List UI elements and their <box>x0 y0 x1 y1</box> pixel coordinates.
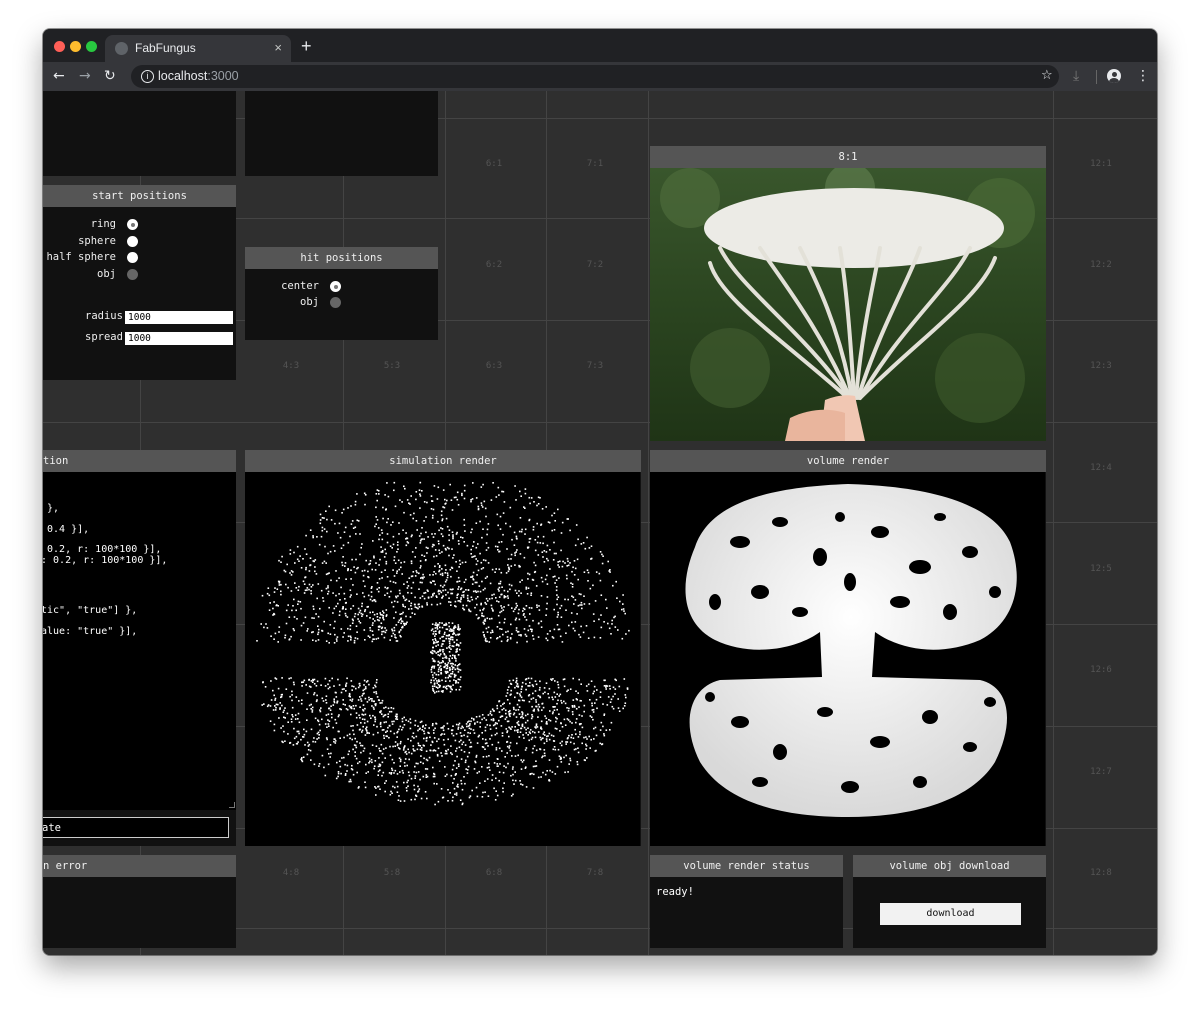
panel-title: 8:1 <box>650 146 1046 168</box>
grid-cell-label: 12:4 <box>1090 463 1112 473</box>
panel-title: simulation render <box>245 450 641 472</box>
close-window-button[interactable] <box>54 41 65 52</box>
grid-line <box>1053 91 1054 955</box>
globe-icon <box>115 42 128 55</box>
url-text: localhost:3000 <box>158 69 239 83</box>
hit-option-center[interactable]: center <box>245 280 341 294</box>
start-option-half-sphere[interactable]: half sphere <box>43 251 138 265</box>
maximize-window-button[interactable] <box>86 41 97 52</box>
radius-label: radius <box>85 310 123 322</box>
volume-render-panel: volume render <box>650 450 1046 846</box>
grid-cell-label: 12:5 <box>1090 564 1112 574</box>
status-text: ready! <box>656 886 694 898</box>
close-tab-icon[interactable]: × <box>274 40 282 55</box>
page-content: 6:1 7:1 12:1 6:2 7:2 12:2 4:3 5:3 6:3 7:… <box>43 91 1157 955</box>
resize-handle[interactable] <box>229 802 235 808</box>
volume-obj-download-panel: volume obj download download <box>853 855 1046 948</box>
radio-button[interactable] <box>127 219 138 230</box>
account-icon[interactable] <box>1107 69 1121 83</box>
grid-cell-label: 7:3 <box>586 361 604 371</box>
start-positions-panel: start positions ring sphere half sphere … <box>43 185 236 380</box>
fungus-photo <box>650 168 1046 441</box>
grid-cell-label: 12:7 <box>1090 767 1112 777</box>
browser-toolbar: ← → ↻ i localhost:3000 ☆ ⤓ ⋮ <box>43 62 1157 91</box>
blank-panel <box>245 91 438 176</box>
grid-cell-label: 12:6 <box>1090 665 1112 675</box>
update-button[interactable]: ate <box>43 817 229 838</box>
photo-panel: 8:1 <box>650 146 1046 441</box>
blank-panel <box>43 91 236 176</box>
grid-cell-label: 12:2 <box>1090 260 1112 270</box>
start-option-sphere[interactable]: sphere <box>43 235 138 249</box>
panel-title: hit positions <box>245 247 438 269</box>
grid-cell-label: 5:3 <box>383 361 401 371</box>
volume-render-canvas[interactable] <box>650 472 1045 846</box>
grid-cell-label: 12:3 <box>1090 361 1112 371</box>
browser-tab[interactable]: FabFungus × <box>105 35 291 62</box>
panel-title: volume obj download <box>853 855 1046 877</box>
grid-cell-label: 7:8 <box>586 868 604 878</box>
config-code-editor[interactable]: }, 0.4 }], 0.2, r: 100*100 }], : 0.2, r:… <box>43 472 236 810</box>
grid-cell-label: 6:1 <box>485 159 503 169</box>
grid-cell-label: 12:8 <box>1090 868 1112 878</box>
reload-icon[interactable]: ↻ <box>104 67 116 85</box>
grid-cell-label: 12:1 <box>1090 159 1112 169</box>
spread-label: spread <box>85 331 123 343</box>
grid-cell-label: 6:2 <box>485 260 503 270</box>
grid-line <box>648 91 649 955</box>
start-option-ring[interactable]: ring <box>43 218 138 232</box>
panel-title: start positions <box>43 185 236 207</box>
panel-title: n error <box>43 855 236 877</box>
grid-cell-label: 7:1 <box>586 159 604 169</box>
panel-title: tion <box>43 450 236 472</box>
panel-title: volume render <box>650 450 1046 472</box>
radio-button[interactable] <box>330 297 341 308</box>
divider <box>1096 70 1097 84</box>
grid-cell-label: 6:8 <box>485 868 503 878</box>
forward-icon[interactable]: → <box>79 67 91 85</box>
simulation-render-panel: simulation render <box>245 450 641 846</box>
simulation-render-canvas[interactable] <box>245 472 640 846</box>
tab-strip: FabFungus × + <box>43 29 1157 62</box>
browser-window: FabFungus × + ← → ↻ i localhost:3000 ☆ ⤓… <box>43 29 1157 955</box>
grid-cell-label: 6:3 <box>485 361 503 371</box>
start-option-obj[interactable]: obj <box>43 268 138 282</box>
radio-button[interactable] <box>127 252 138 263</box>
address-bar[interactable]: i localhost:3000 <box>131 65 1059 88</box>
radius-input[interactable] <box>125 311 233 324</box>
grid-cell-label: 4:3 <box>282 361 300 371</box>
radio-button[interactable] <box>127 269 138 280</box>
download-icon[interactable]: ⤓ <box>1073 67 1079 85</box>
info-icon[interactable]: i <box>141 70 154 83</box>
tab-title: FabFungus <box>135 41 196 55</box>
grid-cell-label: 7:2 <box>586 260 604 270</box>
volume-render-status-panel: volume render status ready! <box>650 855 843 948</box>
star-icon[interactable]: ☆ <box>1041 67 1053 85</box>
new-tab-button[interactable]: + <box>301 37 312 55</box>
grid-cell-label: 5:8 <box>383 868 401 878</box>
menu-icon[interactable]: ⋮ <box>1136 67 1150 85</box>
simulation-config-panel: tion }, 0.4 }], 0.2, r: 100*100 }], : 0.… <box>43 450 236 846</box>
panel-title: volume render status <box>650 855 843 877</box>
minimize-window-button[interactable] <box>70 41 81 52</box>
particle-render <box>256 481 630 806</box>
volume-mesh-render <box>685 484 1017 817</box>
radio-button[interactable] <box>127 236 138 247</box>
radio-button[interactable] <box>330 281 341 292</box>
download-button[interactable]: download <box>880 903 1021 925</box>
spread-input[interactable] <box>125 332 233 345</box>
back-icon[interactable]: ← <box>53 67 65 85</box>
simulation-error-panel: n error <box>43 855 236 948</box>
hit-option-obj[interactable]: obj <box>245 296 341 310</box>
grid-cell-label: 4:8 <box>282 868 300 878</box>
hit-positions-panel: hit positions center obj <box>245 247 438 340</box>
